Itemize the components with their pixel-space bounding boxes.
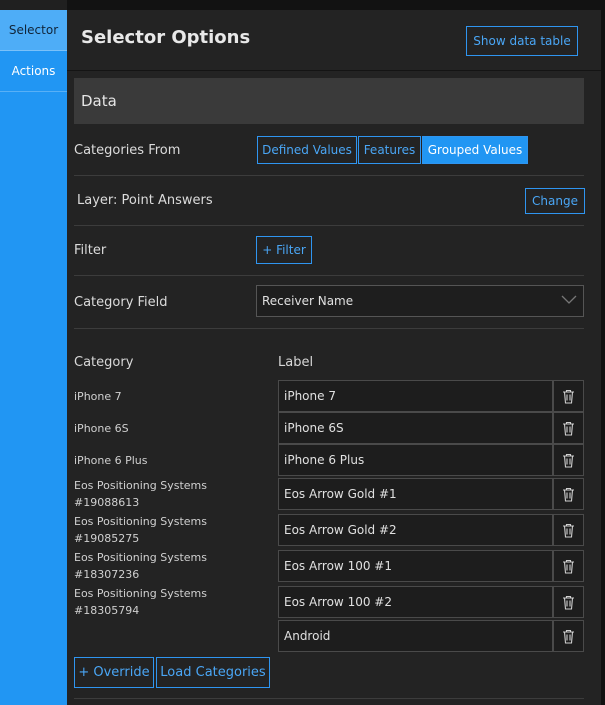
divider: [74, 698, 584, 699]
label-input[interactable]: Eos Arrow Gold #2: [278, 514, 553, 546]
divider: [74, 175, 584, 176]
category-item: Eos Positioning Systems #18305794: [74, 587, 207, 617]
load-categories-button[interactable]: Load Categories: [156, 657, 270, 688]
tab-actions[interactable]: Actions: [0, 51, 67, 92]
label-value: Android: [284, 629, 331, 643]
delete-label-button[interactable]: [553, 444, 584, 476]
label-value: Eos Arrow Gold #2: [284, 523, 397, 537]
add-override-button[interactable]: + Override: [74, 657, 154, 688]
category-item: Eos Positioning Systems #19088613: [74, 479, 207, 509]
label-value: iPhone 6S: [284, 421, 344, 435]
panel-header: Selector Options Show data table: [67, 10, 601, 71]
trash-icon: [563, 559, 574, 574]
add-filter-button[interactable]: + Filter: [256, 236, 312, 264]
label-input[interactable]: iPhone 6 Plus: [278, 444, 553, 476]
label-column-header: Label: [278, 355, 314, 370]
category-item: iPhone 7: [74, 390, 122, 403]
top-strip: [67, 0, 605, 10]
page-title: Selector Options: [81, 27, 251, 48]
features-button[interactable]: Features: [358, 136, 421, 164]
divider: [74, 328, 584, 329]
sidebar: Selector Actions: [0, 10, 67, 705]
label-value: iPhone 6 Plus: [284, 453, 365, 467]
category-item: iPhone 6S: [74, 422, 129, 435]
delete-label-button[interactable]: [553, 586, 584, 618]
label-input[interactable]: Eos Arrow 100 #2: [278, 586, 553, 618]
trash-icon: [563, 453, 574, 468]
categories-from-label: Categories From: [74, 143, 181, 158]
grouped-values-button[interactable]: Grouped Values: [422, 136, 528, 164]
trash-icon: [563, 629, 574, 644]
label-input[interactable]: Android: [278, 620, 553, 652]
delete-label-button[interactable]: [553, 478, 584, 510]
selector-options-panel: Selector Options Show data table Data Ca…: [67, 10, 601, 705]
trash-icon: [563, 523, 574, 538]
right-edge: [601, 10, 605, 705]
label-input[interactable]: Eos Arrow 100 #1: [278, 550, 553, 582]
delete-label-button[interactable]: [553, 514, 584, 546]
category-field-select[interactable]: Receiver Name: [256, 285, 584, 317]
trash-icon: [563, 421, 574, 436]
label-input[interactable]: iPhone 7: [278, 380, 553, 412]
category-field-label: Category Field: [74, 295, 168, 310]
delete-label-button[interactable]: [553, 412, 584, 444]
category-field-value: Receiver Name: [262, 294, 354, 308]
label-value: Eos Arrow 100 #2: [284, 595, 392, 609]
delete-label-button[interactable]: [553, 380, 584, 412]
delete-label-button[interactable]: [553, 620, 584, 652]
divider: [74, 275, 584, 276]
trash-icon: [563, 487, 574, 502]
label-value: iPhone 7: [284, 389, 336, 403]
data-section-header: Data: [74, 78, 584, 124]
category-item: Eos Positioning Systems #18307236: [74, 551, 207, 581]
filter-label: Filter: [74, 243, 107, 258]
category-item: Eos Positioning Systems #19085275: [74, 515, 207, 545]
tab-selector[interactable]: Selector: [0, 10, 67, 51]
data-section-title: Data: [81, 92, 117, 110]
label-value: Eos Arrow 100 #1: [284, 559, 392, 573]
layer-label: Layer: Point Answers: [77, 193, 213, 208]
label-input[interactable]: Eos Arrow Gold #1: [278, 478, 553, 510]
label-input[interactable]: iPhone 6S: [278, 412, 553, 444]
label-value: Eos Arrow Gold #1: [284, 487, 397, 501]
category-column-header: Category: [74, 355, 134, 370]
show-data-table-button[interactable]: Show data table: [466, 26, 578, 56]
chevron-down-icon: [561, 295, 577, 304]
delete-label-button[interactable]: [553, 550, 584, 582]
divider: [74, 225, 584, 226]
change-layer-button[interactable]: Change: [525, 188, 585, 214]
category-item: iPhone 6 Plus: [74, 454, 148, 467]
trash-icon: [563, 595, 574, 610]
trash-icon: [563, 389, 574, 404]
defined-values-button[interactable]: Defined Values: [257, 136, 357, 164]
